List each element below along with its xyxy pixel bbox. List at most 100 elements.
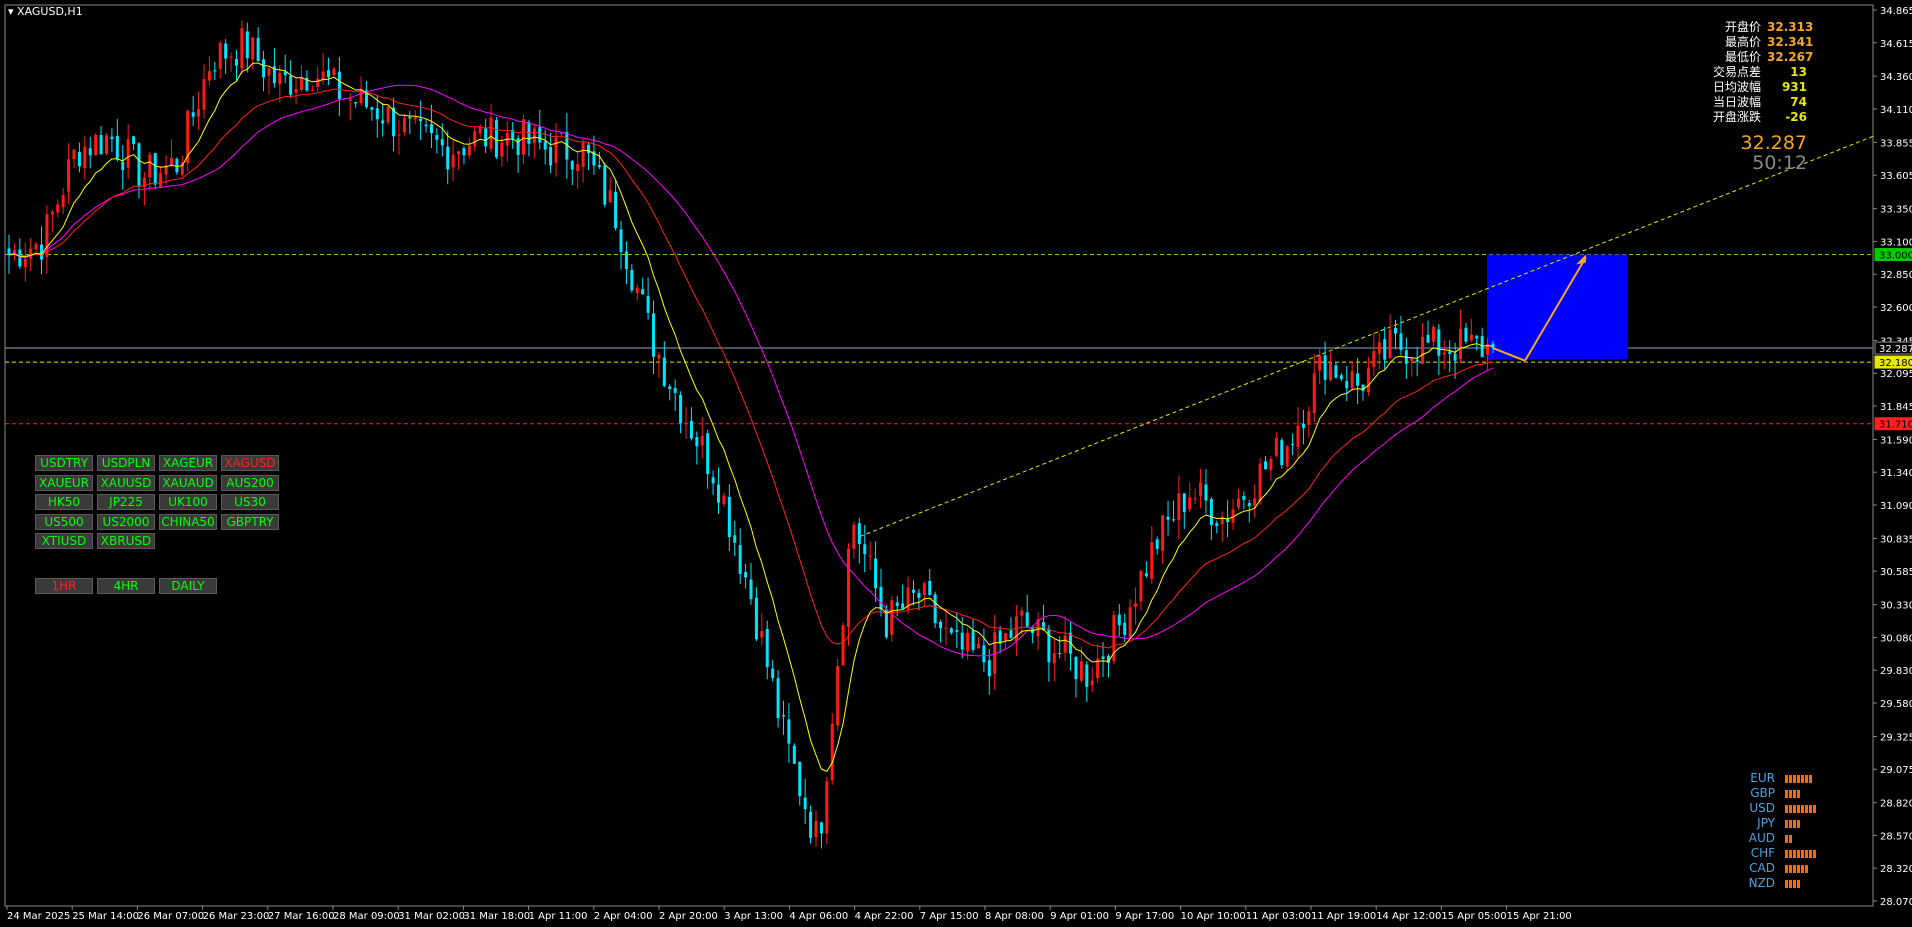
candle-body (1134, 603, 1138, 607)
strength-bar-segment (1789, 864, 1792, 873)
time-tick-label: 2 Apr 04:00 (594, 911, 653, 922)
candle-body (570, 161, 574, 170)
symbol-button-xauaud[interactable]: XAUAUD (159, 474, 217, 491)
timeframe-button-daily[interactable]: DAILY (159, 578, 217, 594)
price-tick-label: 33.100 (1880, 237, 1912, 248)
candle-body (278, 72, 282, 85)
chart-window[interactable]: 34.865 34.615 34.360 34.110 33.855 33.605 33.3… (0, 0, 1912, 927)
candle-body (792, 745, 796, 764)
price-tick-label: 32.095 (1880, 369, 1912, 380)
candle-body (234, 59, 238, 66)
candle-body (1020, 610, 1024, 616)
symbol-button-xtiusd[interactable]: XTIUSD (35, 533, 93, 549)
candle-body (1410, 358, 1414, 361)
strength-bar-segment (1801, 804, 1804, 813)
candle-body (955, 630, 959, 632)
candle-body (581, 142, 585, 167)
symbol-button-hk50[interactable]: HK50 (35, 494, 93, 510)
symbol-button-usdpln[interactable]: USDPLN (97, 455, 155, 471)
candle-body (229, 56, 233, 58)
candle-body (61, 194, 65, 208)
time-tick-label: 28 Mar 09:00 (333, 911, 400, 922)
candle-body (1236, 498, 1240, 508)
candle-body (197, 108, 201, 117)
symbol-button-china50[interactable]: CHINA50 (159, 513, 217, 530)
timeframe-button-4hr[interactable]: 4HR (97, 578, 155, 594)
candle-body (1052, 653, 1056, 664)
candle-body (500, 142, 504, 157)
price-chart[interactable]: 34.865 34.615 34.360 34.110 33.855 33.605 33.3… (0, 0, 1912, 927)
currency-label: AUD (1748, 831, 1775, 845)
candle-body (370, 107, 374, 110)
strength-bars (1785, 834, 1792, 843)
time-tick-label: 9 Apr 01:00 (1050, 911, 1109, 922)
candle-body (337, 71, 341, 100)
candle-body (1117, 614, 1121, 626)
symbol-button-xauusd[interactable]: XAUUSD (97, 474, 155, 491)
candle-body (1296, 425, 1300, 448)
info-value: 32.267 (1767, 50, 1814, 64)
time-tick-label: 8 Apr 08:00 (985, 911, 1044, 922)
candle-body (538, 127, 542, 143)
symbol-button-us30[interactable]: US30 (221, 494, 279, 510)
symbol-button-xageur[interactable]: XAGEUR (159, 455, 217, 471)
symbol-button-gbptry[interactable]: GBPTRY (221, 513, 279, 530)
candle-body (857, 523, 861, 545)
strength-bar-segment (1793, 819, 1796, 828)
symbol-button-xaueur[interactable]: XAUEUR (35, 474, 93, 491)
candle-body (976, 643, 980, 649)
strength-bar-segment (1785, 789, 1788, 798)
candle-body (911, 589, 915, 593)
info-row: 最低价 32.267 (1701, 50, 1814, 65)
symbol-button-usdtry[interactable]: USDTRY (35, 455, 93, 471)
candle-body (467, 145, 471, 156)
candle-body (1329, 362, 1333, 380)
strength-row: CAD (1745, 861, 1816, 876)
info-label: 最低价 (1724, 50, 1761, 64)
strength-bar-segment (1789, 804, 1792, 813)
symbol-button-us2000[interactable]: US2000 (97, 513, 155, 530)
candle-body (132, 136, 136, 145)
candle-body (1274, 437, 1278, 456)
candle-body (1188, 497, 1192, 510)
currency-label: NZD (1748, 876, 1775, 890)
candle-body (1356, 373, 1360, 386)
candle-body (88, 148, 92, 156)
strength-bar-segment (1793, 864, 1796, 873)
info-row: 交易点差 13 (1701, 65, 1807, 80)
candle-body (874, 558, 878, 589)
candle-body (679, 395, 683, 424)
symbol-button-uk100[interactable]: UK100 (159, 494, 217, 510)
candle-body (1247, 503, 1251, 507)
strength-bar-segment (1789, 774, 1792, 783)
timeframe-button-1hr[interactable]: 1HR (35, 578, 93, 594)
chart-frame (4, 4, 1874, 907)
candle-body (1258, 463, 1262, 502)
symbol-button-aus200[interactable]: AUS200 (221, 474, 279, 491)
symbol-button-us500[interactable]: US500 (35, 513, 93, 530)
strength-row: GBP (1745, 786, 1816, 801)
time-tick-label: 7 Apr 15:00 (920, 911, 979, 922)
candle-body (652, 313, 656, 357)
symbol-button-xagusd[interactable]: XAGUSD (221, 455, 279, 471)
candle-body (711, 477, 715, 484)
candle-body (419, 118, 423, 122)
candle-body (56, 204, 60, 213)
symbol-button-jp225[interactable]: JP225 (97, 494, 155, 510)
candle-body (299, 77, 303, 90)
candle-body (836, 666, 840, 726)
candle-body (381, 120, 385, 124)
candle-body (846, 548, 850, 627)
candle-body (1253, 498, 1257, 506)
strength-bar-segment (1785, 864, 1788, 873)
candle-body (733, 535, 737, 543)
candle-body (327, 70, 331, 78)
dropdown-icon[interactable]: ▾ (8, 5, 17, 18)
candle-body (684, 422, 688, 424)
candle-body (484, 128, 488, 147)
candle-body (1139, 570, 1143, 602)
candle-body (559, 133, 563, 135)
symbol-button-xbrusd[interactable]: XBRUSD (97, 533, 155, 549)
price-tick-label: 34.615 (1880, 39, 1912, 50)
candle-body (744, 572, 748, 578)
